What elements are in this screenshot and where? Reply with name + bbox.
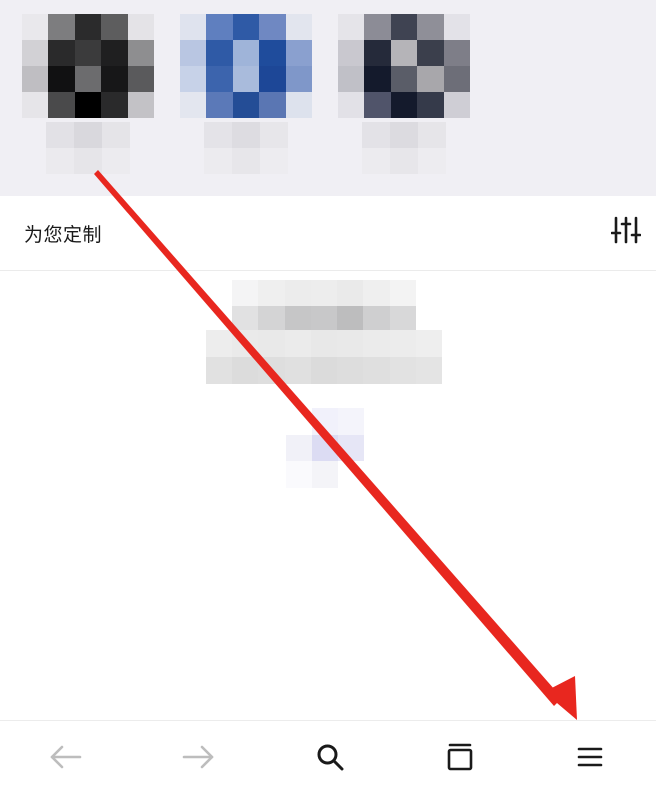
search-button[interactable]: [310, 739, 350, 779]
forward-button[interactable]: [178, 739, 218, 779]
search-icon: [315, 742, 345, 776]
shortcuts-strip: [0, 0, 656, 196]
arrow-right-icon: [181, 745, 215, 773]
shortcut-tile-1[interactable]: [22, 14, 154, 174]
blurred-feed-thumbnail: [286, 408, 364, 488]
menu-button[interactable]: [570, 739, 610, 779]
browser-home-page: 为您定制: [0, 0, 656, 792]
arrow-left-icon: [49, 745, 83, 773]
customize-button[interactable]: [608, 214, 644, 250]
bottom-toolbar: [0, 720, 656, 792]
section-title: 为您定制: [24, 224, 103, 246]
blurred-feed-subtitle: [206, 330, 442, 384]
shortcut-label-blurred: [46, 122, 130, 174]
menu-icon: [576, 745, 604, 773]
tabs-button[interactable]: [440, 739, 480, 779]
shortcut-tile-3[interactable]: [338, 14, 470, 174]
shortcut-tile-2[interactable]: [180, 14, 312, 174]
blurred-feed-title: [232, 280, 416, 332]
sliders-icon: [610, 215, 642, 249]
back-button[interactable]: [46, 739, 86, 779]
blurred-app-icon: [22, 14, 154, 118]
blurred-app-icon: [338, 14, 470, 118]
blurred-app-icon: [180, 14, 312, 118]
for-you-header: 为您定制: [0, 196, 656, 271]
shortcut-label-blurred: [362, 122, 446, 174]
shortcut-label-blurred: [204, 122, 288, 174]
tabs-icon: [446, 742, 474, 776]
